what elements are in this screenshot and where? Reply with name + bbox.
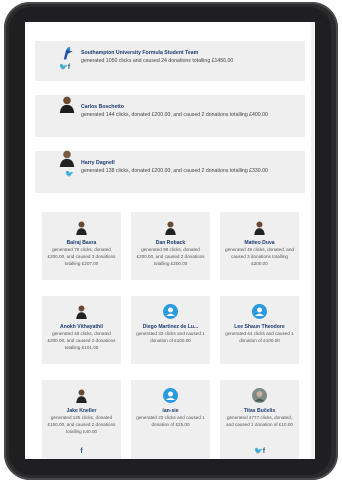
donor-summary: generated 144 clicks, donated £200.00, a… [81, 112, 268, 118]
default-avatar-icon [163, 388, 178, 403]
donor-name[interactable]: Anokh Vithayathil [44, 324, 119, 330]
facebook-icon[interactable]: f [263, 448, 265, 455]
photo-avatar-icon [252, 388, 267, 403]
person-icon [74, 220, 89, 235]
leaderboard-card[interactable]: Diego Martinez de Lu... generated 33 cli… [131, 296, 210, 364]
social-links: 🐦 [65, 171, 74, 178]
donor-name[interactable]: Jake Kneller [44, 408, 119, 414]
facebook-icon[interactable]: f [80, 448, 82, 455]
donor-name[interactable]: Harry Dagnell [81, 160, 115, 166]
leaderboard-card[interactable]: Anokh Vithayathil generated 48 clicks, d… [42, 296, 121, 364]
donor-summary: generated 49 clicks, donated, and caused… [225, 247, 294, 266]
donor-summary: generated 125 clicks, donated £150.00, a… [47, 415, 116, 434]
default-avatar-icon [163, 304, 178, 319]
donor-summary: generated 138 clicks, donated £200.00, a… [81, 168, 268, 174]
donor-name[interactable]: Southampton University Formula Student T… [81, 50, 198, 56]
donor-summary: generated 4777 clicks, donated, and caus… [226, 415, 293, 427]
donor-name[interactable]: Balraj Basra [44, 240, 119, 246]
person-icon [58, 149, 76, 167]
person-icon [163, 220, 178, 235]
donor-summary: generated 33 clicks and caused 1 donatio… [136, 331, 205, 343]
donor-name[interactable]: Dan Roback [133, 240, 208, 246]
social-links: 🐦f [220, 448, 299, 455]
twitter-icon[interactable]: 🐦 [59, 64, 68, 71]
donor-summary: generated 78 clicks, donated £200.00, an… [47, 247, 116, 266]
social-links: 🐦f [59, 64, 70, 71]
leaderboard-card[interactable]: Matteo Duva generated 49 clicks, donated… [220, 212, 299, 280]
scrollbar[interactable] [311, 22, 315, 459]
donor-name[interactable]: Diego Martinez de Lu... [133, 324, 208, 330]
leaderboard-card[interactable]: 🐦 Harry Dagnell generated 138 clicks, do… [35, 149, 305, 193]
social-links: f [42, 448, 121, 455]
leaderboard-card[interactable]: Titas Bučelis generated 4777 clicks, don… [220, 380, 299, 459]
leaderboard-card[interactable]: Lee Shaun Theodore generated 44 clicks a… [220, 296, 299, 364]
twitter-icon[interactable]: 🐦 [65, 171, 74, 178]
leaderboard-card[interactable]: 🐦f Southampton University Formula Studen… [35, 41, 305, 81]
default-avatar-icon [252, 304, 267, 319]
facebook-icon[interactable]: f [68, 64, 70, 71]
donor-summary: generated 98 clicks, donated £200.00, an… [136, 247, 205, 266]
leaderboard-card[interactable]: Carlos Boschetto generated 144 clicks, d… [35, 95, 305, 137]
donor-summary: generated 23 clicks and caused 1 donatio… [136, 415, 205, 427]
person-icon [74, 388, 89, 403]
donor-name[interactable]: ian-sie [133, 408, 208, 414]
twitter-icon[interactable]: 🐦 [254, 448, 263, 455]
person-icon [74, 304, 89, 319]
leaderboard-card[interactable]: Balraj Basra generated 78 clicks, donate… [42, 212, 121, 280]
donor-name[interactable]: Matteo Duva [222, 240, 297, 246]
donor-name[interactable]: Lee Shaun Theodore [222, 324, 297, 330]
donor-summary: generated 48 clicks, donated £200.00, an… [47, 331, 116, 350]
leaderboard-card[interactable]: Dan Roback generated 98 clicks, donated … [131, 212, 210, 280]
donor-summary: generated 1050 clicks and caused 24 dona… [81, 58, 234, 64]
donor-name[interactable]: Titas Bučelis [222, 408, 297, 414]
formula-car-logo-icon [59, 45, 75, 61]
person-icon [252, 220, 267, 235]
leaderboard-card[interactable]: ian-sie generated 23 clicks and caused 1… [131, 380, 210, 459]
person-icon [58, 95, 76, 113]
leaderboard-card[interactable]: Jake Kneller generated 125 clicks, donat… [42, 380, 121, 459]
donor-summary: generated 44 clicks and caused 1 donatio… [225, 331, 294, 343]
donor-name[interactable]: Carlos Boschetto [81, 104, 124, 110]
leaderboard-screen: 🐦f Southampton University Formula Studen… [25, 22, 315, 459]
